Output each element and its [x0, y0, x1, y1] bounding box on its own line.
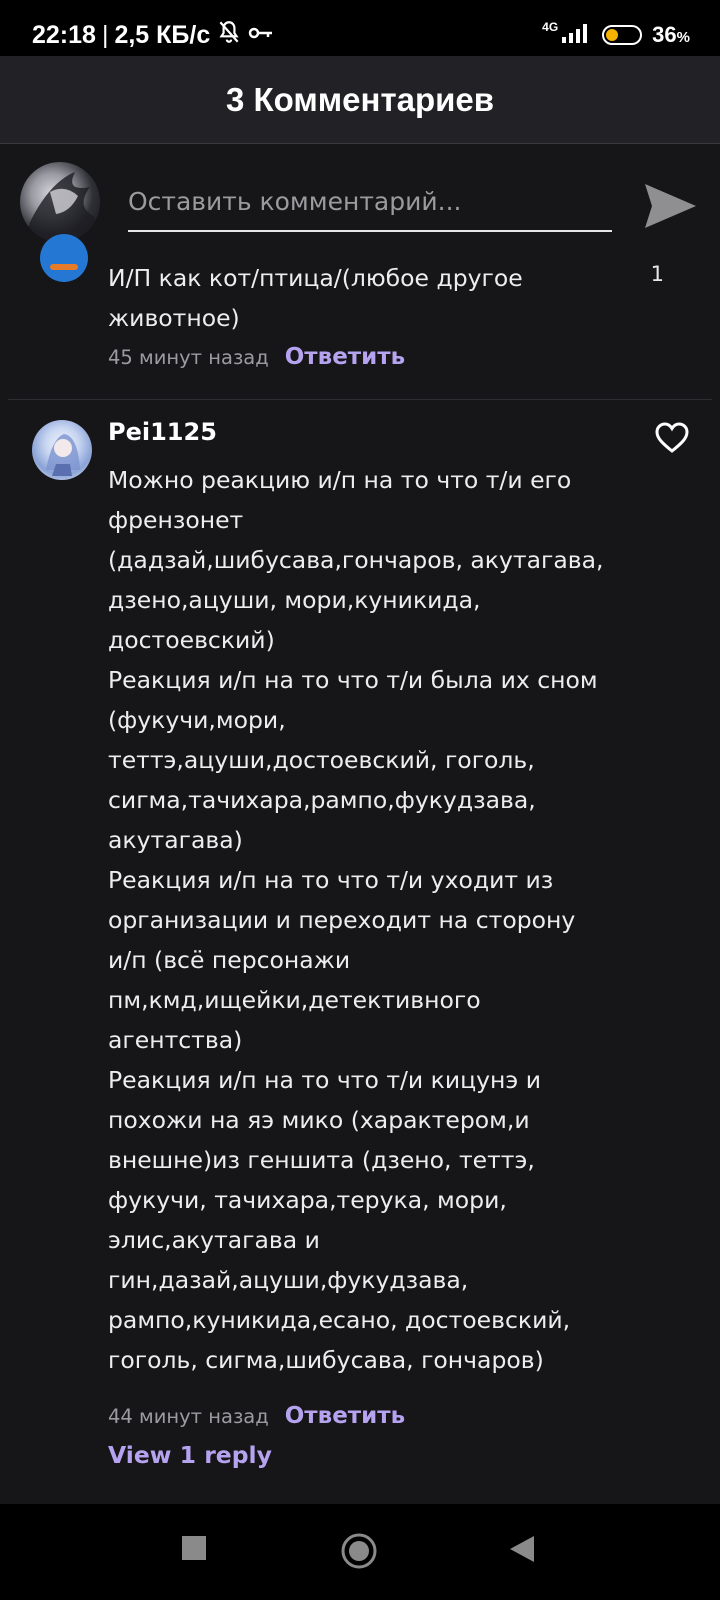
system-nav-bar — [0, 1504, 720, 1600]
status-speed: 2,5 КБ/с — [114, 20, 211, 49]
status-left: 22:18 | 2,5 КБ/с — [32, 18, 274, 52]
back-button[interactable] — [508, 1534, 536, 1568]
recents-square-icon — [182, 1536, 206, 1560]
comment-time: 45 минут назад — [108, 345, 269, 369]
comment-meta: 45 минут назад Ответить — [108, 342, 405, 372]
status-bar: 22:18 | 2,5 КБ/с 4G 36% — [0, 0, 720, 56]
battery-percent: 36% — [652, 22, 690, 47]
page-title: 3 Комментариев — [225, 80, 495, 118]
comment-composer — [0, 144, 720, 256]
comment-item: И/П как кот/птица/(любое другое животное… — [0, 234, 720, 400]
like-count: 1 — [650, 262, 664, 286]
status-right: 4G 36% — [542, 18, 690, 52]
key-icon — [248, 21, 274, 50]
heart-icon — [655, 422, 689, 453]
status-separator: | — [101, 20, 109, 49]
home-circle-icon — [341, 1533, 377, 1569]
home-button[interactable] — [340, 1532, 378, 1574]
battery-level — [606, 29, 618, 41]
battery-icon — [602, 25, 643, 45]
like-button[interactable] — [654, 422, 690, 454]
view-replies-button[interactable]: View 1 reply — [108, 1441, 272, 1469]
network-type: 4G — [542, 20, 559, 34]
comment-username[interactable]: Pei1125 — [108, 418, 217, 446]
header: 3 Комментариев — [0, 56, 720, 144]
comment-meta: 44 минут назад Ответить — [108, 1401, 405, 1431]
avatar[interactable] — [20, 162, 100, 242]
comment-time: 44 минут назад — [108, 1404, 269, 1428]
comment-text: Можно реакцию и/п на то что т/и его френ… — [108, 466, 604, 1374]
back-triangle-icon — [510, 1536, 534, 1562]
reply-button[interactable]: Ответить — [285, 1403, 405, 1429]
reply-button[interactable]: Ответить — [285, 344, 405, 370]
recents-button[interactable] — [180, 1534, 208, 1566]
comment-input[interactable] — [128, 180, 612, 232]
signal-icon — [562, 21, 592, 49]
send-button[interactable] — [640, 176, 700, 236]
avatar[interactable] — [40, 234, 88, 282]
divider — [8, 399, 712, 400]
send-icon — [645, 184, 696, 228]
bell-muted-icon — [216, 19, 242, 52]
status-time: 22:18 — [32, 20, 96, 49]
comment-text: И/П как кот/птица/(любое другое животное… — [108, 264, 523, 332]
avatar[interactable] — [32, 420, 92, 480]
